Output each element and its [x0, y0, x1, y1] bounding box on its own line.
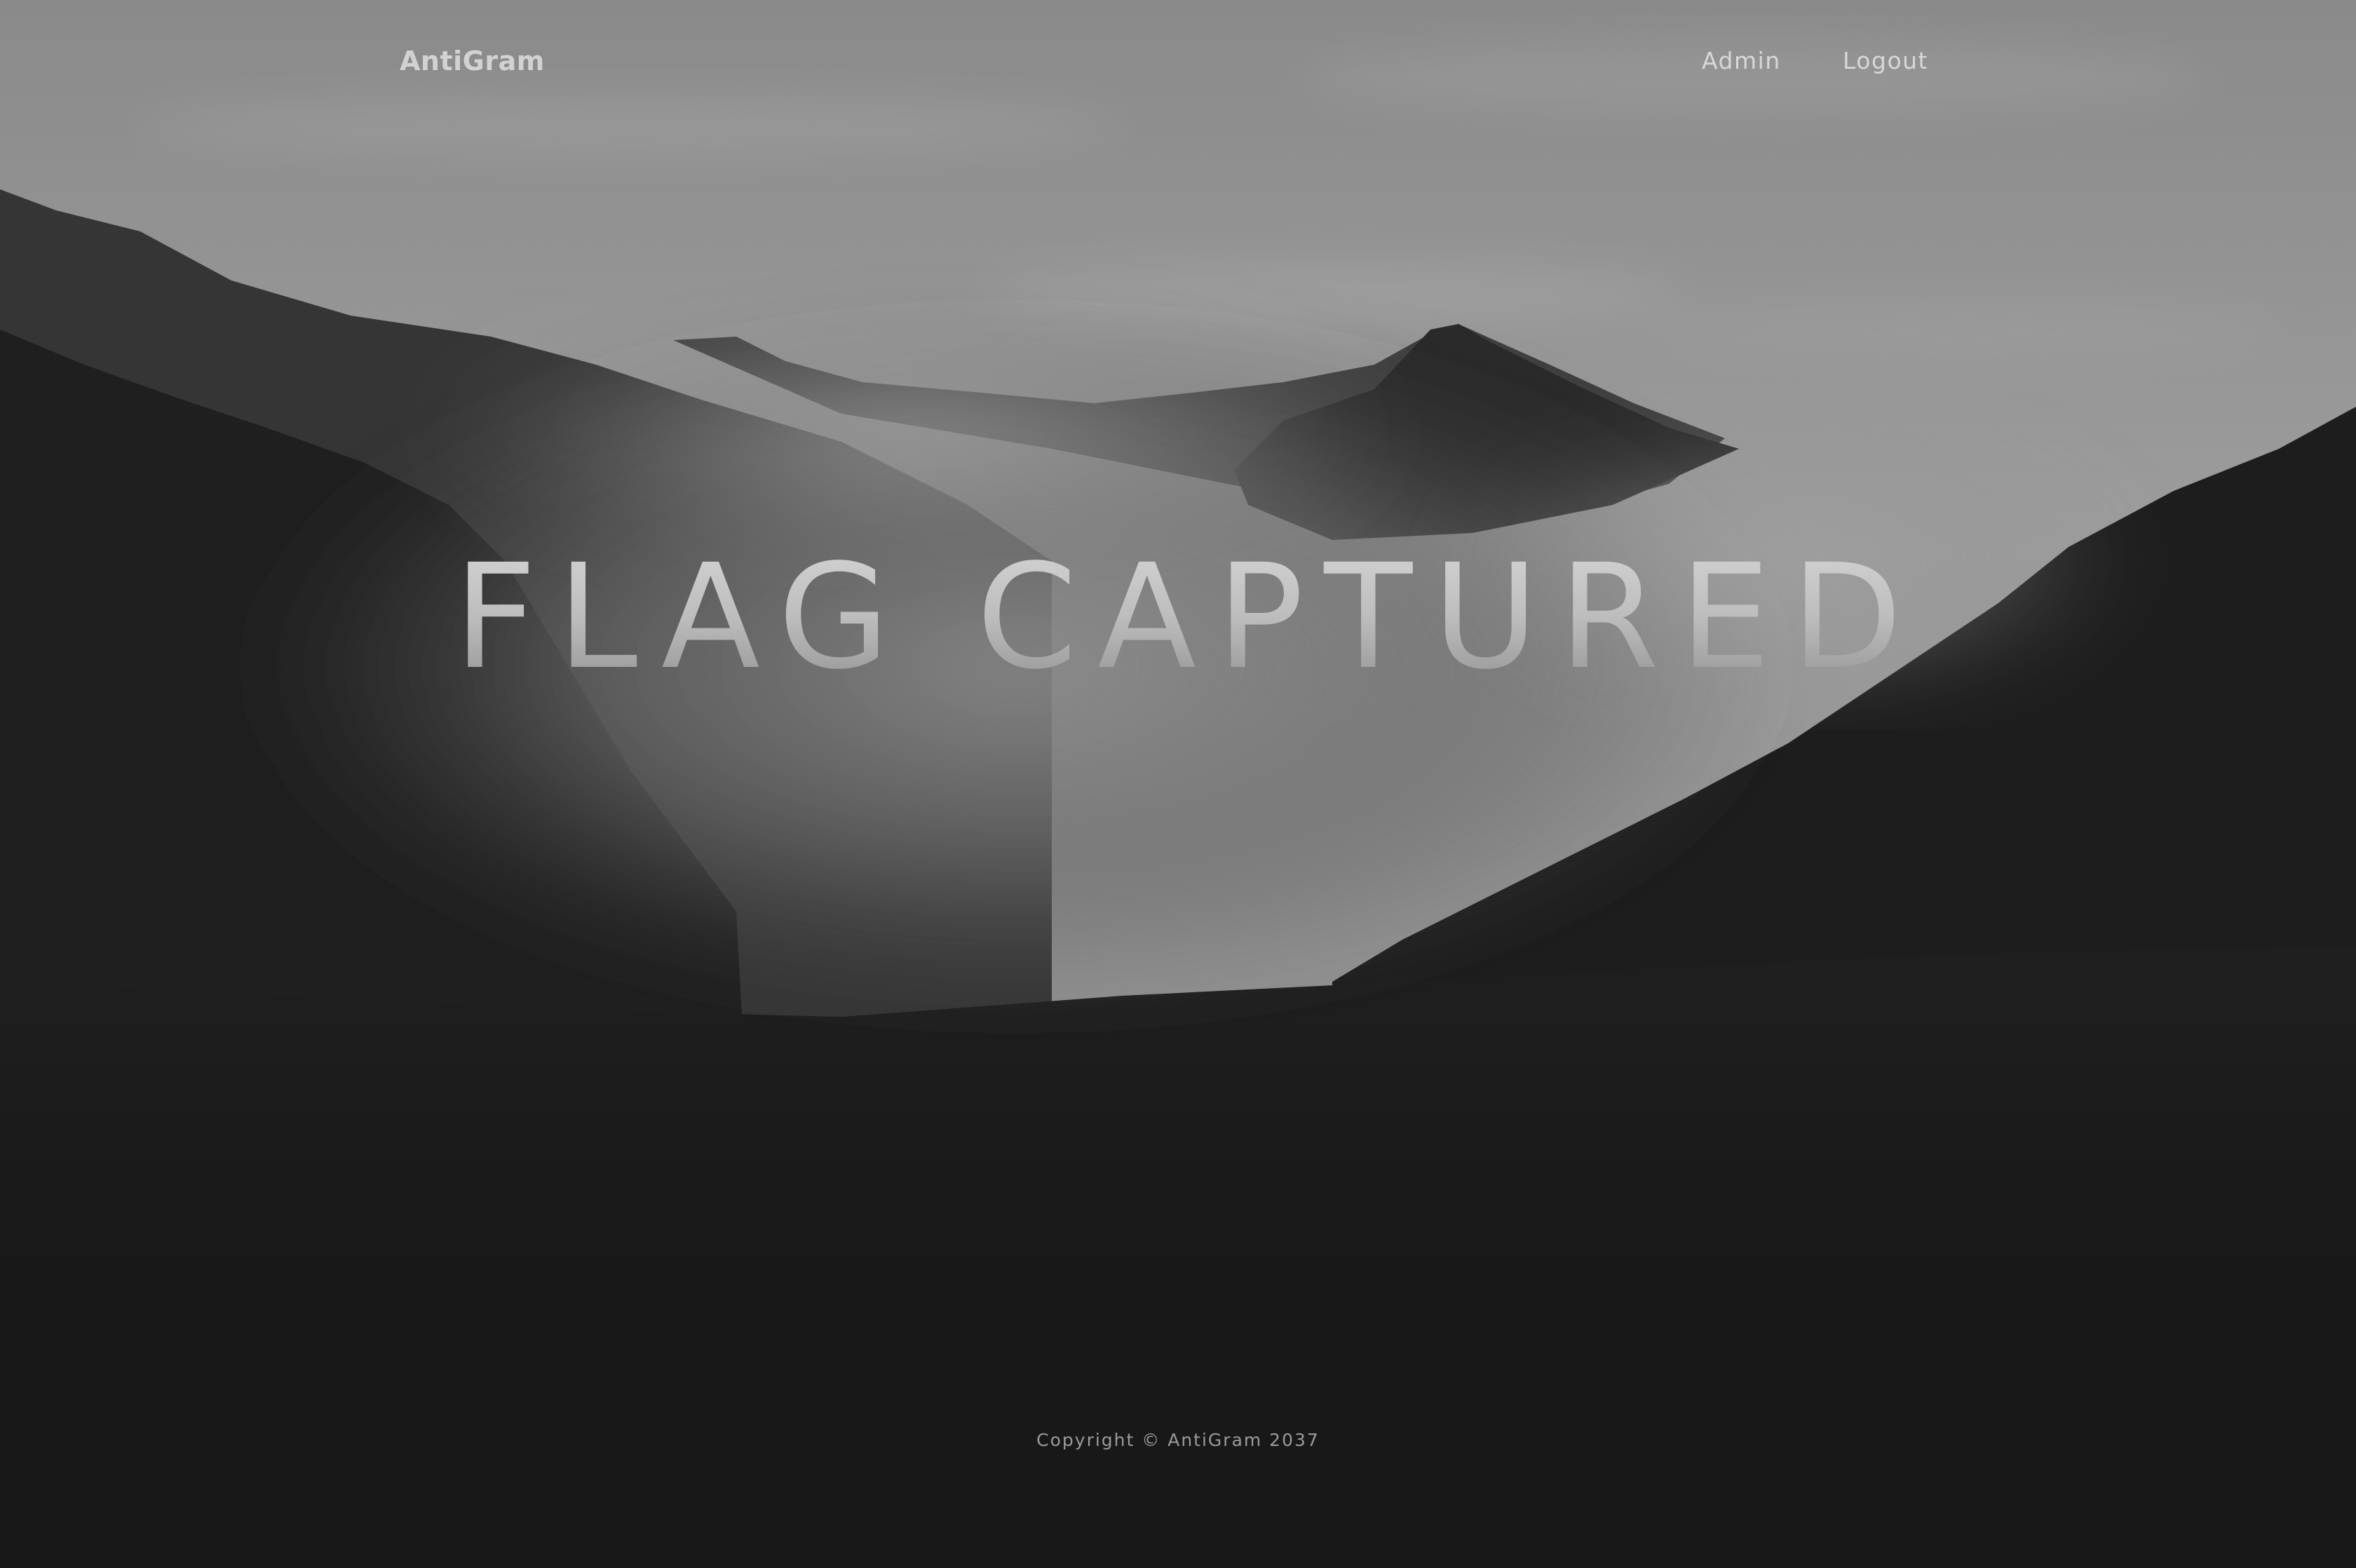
copyright-text: Copyright © AntiGram 2037: [1036, 1430, 1320, 1450]
nav-links: Admin Logout: [1683, 42, 1935, 80]
brand-link[interactable]: AntiGram: [400, 42, 545, 80]
page: AntiGram Admin Logout FLAG CAPTURED Copy…: [0, 0, 2356, 1568]
nav-link-logout[interactable]: Logout: [1843, 42, 1928, 80]
navbar: AntiGram Admin Logout: [0, 0, 2356, 123]
nav-link-admin[interactable]: Admin: [1702, 42, 1781, 80]
background-landscape-image: [0, 0, 2356, 1568]
hero-title: FLAG CAPTURED: [0, 533, 2356, 701]
footer: Copyright © AntiGram 2037: [0, 1424, 2356, 1457]
